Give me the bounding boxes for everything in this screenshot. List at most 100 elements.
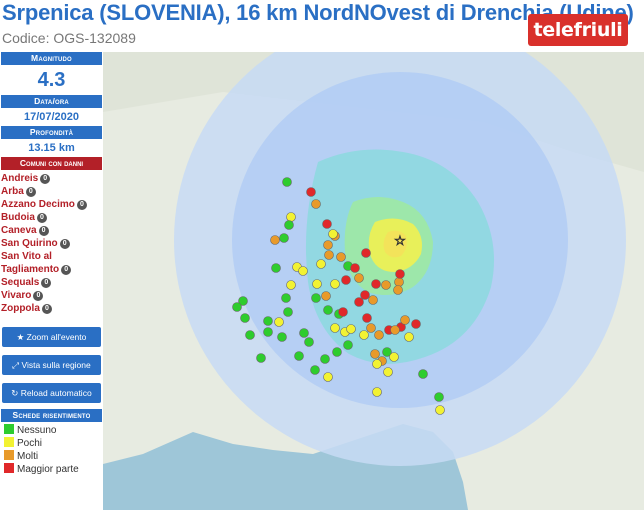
felt-report-marker[interactable] (346, 324, 356, 334)
felt-report-marker[interactable] (383, 367, 393, 377)
felt-report-marker[interactable] (263, 316, 273, 326)
felt-report-marker[interactable] (362, 313, 372, 323)
felt-report-marker[interactable] (395, 269, 405, 279)
felt-report-marker[interactable] (320, 354, 330, 364)
felt-report-marker[interactable] (332, 347, 342, 357)
felt-report-marker[interactable] (286, 280, 296, 290)
comune-item[interactable]: Arba 0 (0, 185, 103, 198)
felt-report-marker[interactable] (298, 266, 308, 276)
felt-report-marker[interactable] (400, 315, 410, 325)
felt-report-marker[interactable] (359, 330, 369, 340)
reload-button[interactable]: ↻ Reload automatico (2, 383, 101, 403)
comune-item[interactable]: San Vito al (0, 250, 103, 263)
felt-report-marker[interactable] (328, 229, 338, 239)
felt-report-marker[interactable] (279, 233, 289, 243)
comune-count-badge: 0 (76, 200, 87, 210)
felt-report-marker[interactable] (361, 248, 371, 258)
felt-report-marker[interactable] (354, 297, 364, 307)
felt-report-marker[interactable] (381, 280, 391, 290)
comune-item[interactable]: Budoia 0 (0, 211, 103, 224)
felt-report-marker[interactable] (322, 219, 332, 229)
region-view-button[interactable]: ⤢ Vista sulla regione (2, 355, 101, 375)
felt-report-marker[interactable] (311, 199, 321, 209)
felt-report-marker[interactable] (312, 279, 322, 289)
felt-report-marker[interactable] (338, 307, 348, 317)
reload-label: Reload automatico (20, 388, 92, 398)
felt-report-marker[interactable] (306, 187, 316, 197)
felt-report-marker[interactable] (368, 295, 378, 305)
comune-item[interactable]: Sequals 0 (0, 276, 103, 289)
felt-report-marker[interactable] (350, 263, 360, 273)
felt-report-marker[interactable] (323, 305, 333, 315)
felt-report-marker[interactable] (281, 293, 291, 303)
zoom-event-button[interactable]: ★ Zoom all'evento (2, 327, 101, 347)
felt-report-marker[interactable] (343, 340, 353, 350)
felt-report-marker[interactable] (366, 323, 376, 333)
felt-report-marker[interactable] (370, 349, 380, 359)
felt-report-marker[interactable] (245, 330, 255, 340)
legend-swatch (4, 437, 14, 447)
felt-report-marker[interactable] (371, 279, 381, 289)
felt-report-marker[interactable] (284, 220, 294, 230)
felt-report-marker[interactable] (282, 177, 292, 187)
felt-report-marker[interactable] (404, 332, 414, 342)
felt-report-marker[interactable] (372, 387, 382, 397)
felt-report-marker[interactable] (323, 240, 333, 250)
felt-report-marker[interactable] (374, 330, 384, 340)
felt-report-marker[interactable] (294, 351, 304, 361)
comune-item[interactable]: Tagliamento 0 (0, 263, 103, 276)
felt-report-marker[interactable] (390, 325, 400, 335)
legend-text: Maggior parte (17, 464, 79, 475)
felt-report-marker[interactable] (311, 293, 321, 303)
felt-report-marker[interactable] (274, 317, 284, 327)
magnitude-value: 4.3 (37, 69, 66, 91)
felt-report-marker[interactable] (316, 259, 326, 269)
comune-item[interactable]: Vivaro 0 (0, 289, 103, 302)
comune-name: Vivaro (1, 290, 32, 301)
comune-item[interactable]: Andreis 0 (0, 172, 103, 185)
comune-count-badge: 0 (41, 304, 52, 314)
felt-report-marker[interactable] (232, 302, 242, 312)
date-value: 17/07/2020 (23, 111, 80, 123)
felt-report-marker[interactable] (304, 337, 314, 347)
felt-report-marker[interactable] (283, 307, 293, 317)
felt-report-marker[interactable] (321, 291, 331, 301)
legend-text: Molti (17, 451, 39, 462)
felt-report-marker[interactable] (336, 252, 346, 262)
felt-report-marker[interactable] (411, 319, 421, 329)
felt-report-marker[interactable] (372, 359, 382, 369)
felt-report-marker[interactable] (341, 275, 351, 285)
comune-item[interactable]: San Quirino 0 (0, 237, 103, 250)
comune-item[interactable]: Azzano Decimo 0 (0, 198, 103, 211)
felt-report-marker[interactable] (323, 372, 333, 382)
felt-report-marker[interactable] (394, 277, 404, 287)
felt-report-marker[interactable] (354, 273, 364, 283)
felt-report-marker[interactable] (271, 263, 281, 273)
comune-name: Azzano Decimo (1, 199, 75, 210)
felt-report-marker[interactable] (393, 285, 403, 295)
felt-report-marker[interactable] (270, 235, 280, 245)
comune-item[interactable]: Zoppola 0 (0, 302, 103, 315)
legend-text: Nessuno (17, 425, 57, 436)
felt-report-marker[interactable] (299, 328, 309, 338)
felt-report-marker[interactable] (330, 279, 340, 289)
comune-name: Caneva (1, 225, 37, 236)
seismic-map[interactable]: ☆ (103, 52, 644, 510)
comune-item[interactable]: Caneva 0 (0, 224, 103, 237)
felt-report-marker[interactable] (434, 392, 444, 402)
felt-report-marker[interactable] (256, 353, 266, 363)
felt-report-marker[interactable] (389, 352, 399, 362)
felt-report-marker[interactable] (286, 212, 296, 222)
felt-report-marker[interactable] (418, 369, 428, 379)
felt-report-marker[interactable] (240, 313, 250, 323)
epicenter-star-icon: ☆ (394, 233, 406, 248)
legend-item-maggior: Maggior parte (0, 463, 103, 476)
felt-report-marker[interactable] (330, 323, 340, 333)
felt-report-marker[interactable] (324, 250, 334, 260)
felt-report-marker[interactable] (435, 405, 445, 415)
legend-item-pochi: Pochi (0, 437, 103, 450)
legend-label: Schede risentimento (1, 409, 102, 422)
felt-report-marker[interactable] (263, 327, 273, 337)
felt-report-marker[interactable] (310, 365, 320, 375)
felt-report-marker[interactable] (277, 332, 287, 342)
